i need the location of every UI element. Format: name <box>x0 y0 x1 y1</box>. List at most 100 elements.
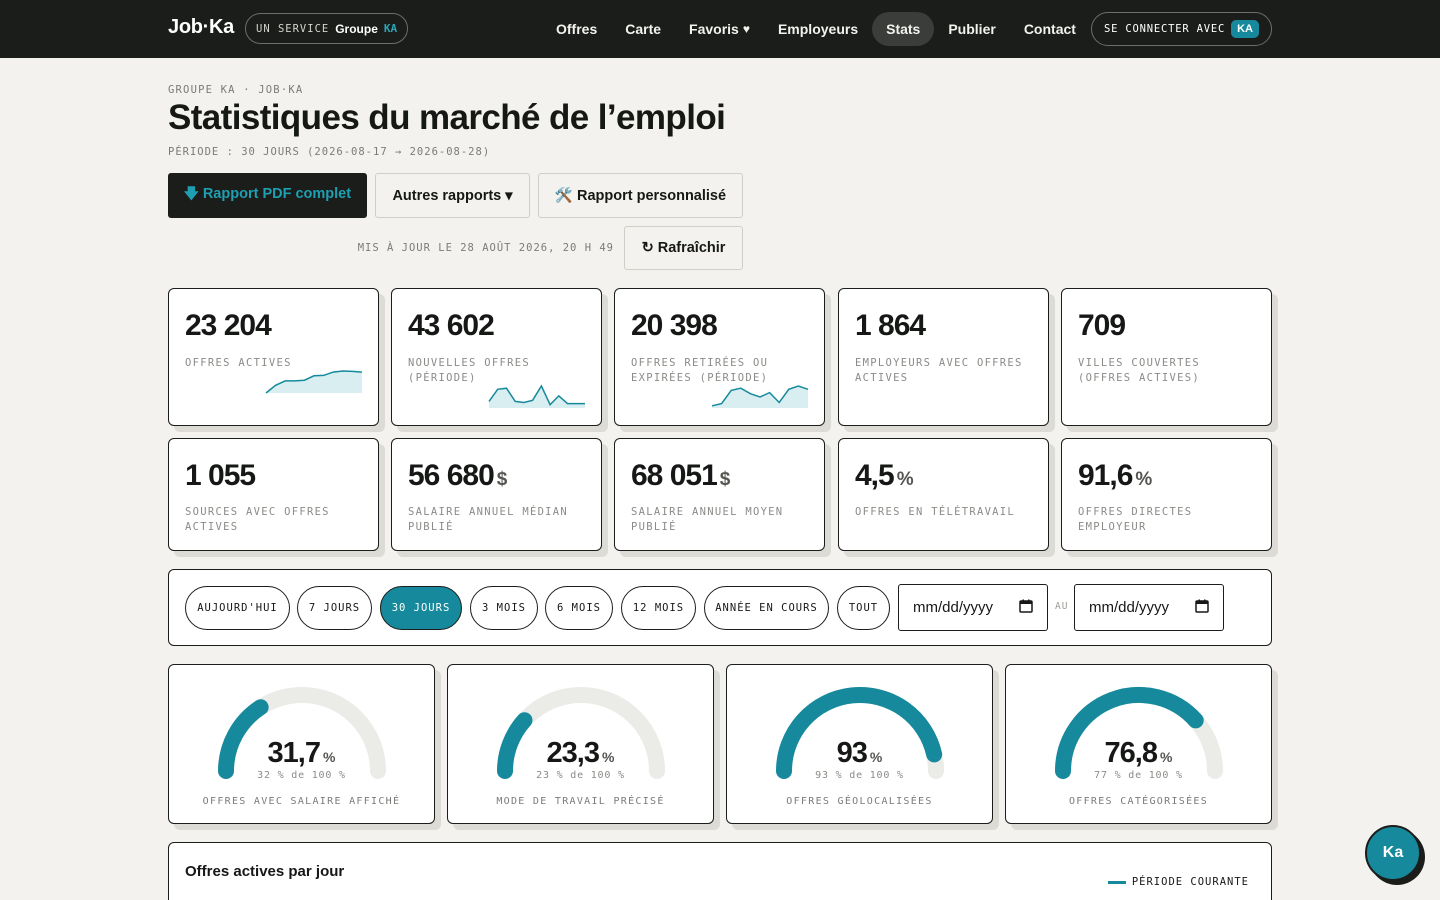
active-offers-chart-card: Offres actives par jour PÉRIODE COURANTE <box>168 842 1272 900</box>
kpi-number: 68 051 <box>631 459 718 492</box>
kpi-value: 1 864 <box>855 309 926 343</box>
kpi-card: 91,6% Offres directes employeur <box>1061 438 1272 551</box>
nav-item-carte[interactable]: Carte <box>611 12 675 46</box>
period-chip[interactable]: 7 JOURS <box>297 586 372 630</box>
kpi-value: 709 <box>1078 309 1126 343</box>
kpi-value: 23 204 <box>185 309 272 343</box>
kpi-card: 709 Villes couvertes (offres actives) <box>1061 288 1272 426</box>
gauge-label: OFFRES CATÉGORISÉES <box>1068 796 1209 807</box>
gauge-value: 76,8% <box>1006 737 1271 770</box>
kpi-label: Villes couvertes (offres actives) <box>1078 357 1200 384</box>
kpi-label: Salaire annuel médian publié <box>408 506 569 533</box>
sparkline-area <box>266 371 362 393</box>
kpi-card: 20 398 Offres retirées ou expirées (pério… <box>614 288 825 426</box>
nav-item-label: Offres <box>556 21 598 37</box>
kpi-number: 1 055 <box>185 459 256 492</box>
kpi-label: Nouvelles offres (période) <box>408 357 530 384</box>
kpi-number: 709 <box>1078 309 1126 342</box>
login-badge: KA <box>1231 20 1259 38</box>
period-chip[interactable]: 30 JOURS <box>380 586 462 630</box>
gauge-unit: % <box>1160 749 1173 765</box>
gauge-number: 76,8 <box>1104 737 1158 769</box>
chart-title: Offres actives par jour <box>185 863 345 880</box>
nav-item-contact[interactable]: Contact <box>1010 12 1090 46</box>
kpi-value: 4,5% <box>855 459 914 493</box>
nav-item-favoris[interactable]: Favoris ♥ <box>675 12 764 46</box>
service-label: UN SERVICE <box>256 22 330 35</box>
nav-item-label: Publier <box>948 21 996 37</box>
kpi-number: 23 204 <box>185 309 272 342</box>
nav-item-employeurs[interactable]: Employeurs <box>764 12 872 46</box>
kpi-card: 43 602 Nouvelles offres (période) <box>391 288 602 426</box>
date-from-placeholder: mm/dd/yyyy <box>913 599 994 616</box>
kpi-card: 1 864 Employeurs avec offres actives <box>838 288 1049 426</box>
updated-timestamp: MIS À JOUR LE 28 AOÛT 2026, 20 H 49 <box>357 242 614 254</box>
sparkline <box>711 385 809 408</box>
kpi-value: 1 055 <box>185 459 256 493</box>
kpi-card: 23 204 Offres actives <box>168 288 379 426</box>
nav-item-publier[interactable]: Publier <box>934 12 1009 46</box>
date-from-input[interactable]: mm/dd/yyyy <box>898 584 1048 631</box>
gauge-card: 93% 93 % de 100 % OFFRES GÉOLOCALISÉES <box>726 664 993 824</box>
kpi-card: 1 055 Sources avec offres actives <box>168 438 379 551</box>
gauge-subtext: 77 % de 100 % <box>1094 770 1183 781</box>
gauge-unit: % <box>602 749 615 765</box>
nav-item-label: Carte <box>625 21 662 37</box>
nav-item-offres[interactable]: Offres <box>542 12 611 46</box>
period-chip[interactable]: AUJOURD'HUI <box>185 586 290 630</box>
gauge-value: 23,3% <box>448 737 713 770</box>
gauge-card: 31,7% 32 % de 100 % OFFRES AVEC SALAIRE AF… <box>168 664 435 824</box>
gauge-card: 76,8% 77 % de 100 % OFFRES CATÉGORISÉES <box>1005 664 1272 824</box>
period-chip[interactable]: 12 MOIS <box>621 586 696 630</box>
kpi-unit: % <box>896 469 914 490</box>
login-label: SE CONNECTER AVEC <box>1104 23 1226 35</box>
refresh-button[interactable]: ↻ Rafraîchir <box>624 226 743 270</box>
calendar-icon[interactable] <box>1195 599 1209 617</box>
logo[interactable]: Job·Ka <box>168 16 234 39</box>
period-chip[interactable]: 3 MOIS <box>470 586 538 630</box>
period-label: PÉRIODE : 30 JOURS (2026-08-17 → 2026-08… <box>168 146 491 158</box>
gauge-value: 93% <box>727 737 992 770</box>
gauge-value: 31,7% <box>169 737 434 770</box>
kpi-number: 56 680 <box>408 459 495 492</box>
pdf-report-button[interactable]: 🡇 Rapport PDF complet <box>168 173 367 218</box>
gauge-label: OFFRES GÉOLOCALISÉES <box>786 796 933 807</box>
gauge-label: MODE DE TRAVAIL PRÉCISÉ <box>496 796 665 807</box>
assistant-fab-button[interactable]: Ka <box>1365 825 1421 881</box>
kpi-number: 43 602 <box>408 309 495 342</box>
kpi-card: 56 680 $ Salaire annuel médian publié <box>391 438 602 551</box>
kpi-label: Offres retirées ou expirées (période) <box>631 357 769 384</box>
gauge-subtext: 93 % de 100 % <box>815 770 904 781</box>
kpi-number: 1 864 <box>855 309 926 342</box>
kpi-label: Offres en télétravail <box>855 506 1016 518</box>
calendar-icon[interactable] <box>1019 599 1033 617</box>
kpi-unit: % <box>1135 469 1153 490</box>
period-chip[interactable]: ANNÉE EN COURS <box>704 586 829 630</box>
kpi-number: 91,6 <box>1078 459 1133 492</box>
kpi-value: 91,6% <box>1078 459 1152 493</box>
kpi-label: Sources avec offres actives <box>185 506 330 533</box>
login-button[interactable]: SE CONNECTER AVEC KA <box>1091 12 1272 46</box>
heart-icon: ♥ <box>742 22 750 36</box>
nav-item-label: Contact <box>1023 21 1076 37</box>
legend-label: PÉRIODE COURANTE <box>1131 876 1249 888</box>
service-group: Groupe <box>335 21 378 36</box>
kpi-unit: $ <box>496 469 508 490</box>
kpi-value: 20 398 <box>631 309 718 343</box>
breadcrumb: GROUPE KA · JOB·KA <box>168 84 304 96</box>
page-title: Statistiques du marché de l’emploi <box>168 98 726 137</box>
nav-item-label: Employeurs <box>777 21 859 37</box>
service-pill[interactable]: UN SERVICE Groupe KA <box>245 13 409 44</box>
nav-item-stats[interactable]: Stats <box>872 12 935 46</box>
gauge-card: 23,3% 23 % de 100 % MODE DE TRAVAIL PRÉCIS… <box>447 664 714 824</box>
nav-item-label: Favoris <box>689 21 739 37</box>
custom-report-button[interactable]: 🛠️ Rapport personnalisé <box>538 173 743 218</box>
kpi-value: 56 680 $ <box>408 459 507 493</box>
date-to-input[interactable]: mm/dd/yyyy <box>1074 584 1224 631</box>
period-chip[interactable]: 6 MOIS <box>545 586 613 630</box>
other-reports-button[interactable]: Autres rapports ▾ <box>375 173 530 218</box>
legend-swatch <box>1107 880 1126 884</box>
period-chip[interactable]: TOUT <box>837 586 890 630</box>
kpi-number: 4,5 <box>855 459 895 492</box>
gauge-subtext: 23 % de 100 % <box>536 770 625 781</box>
